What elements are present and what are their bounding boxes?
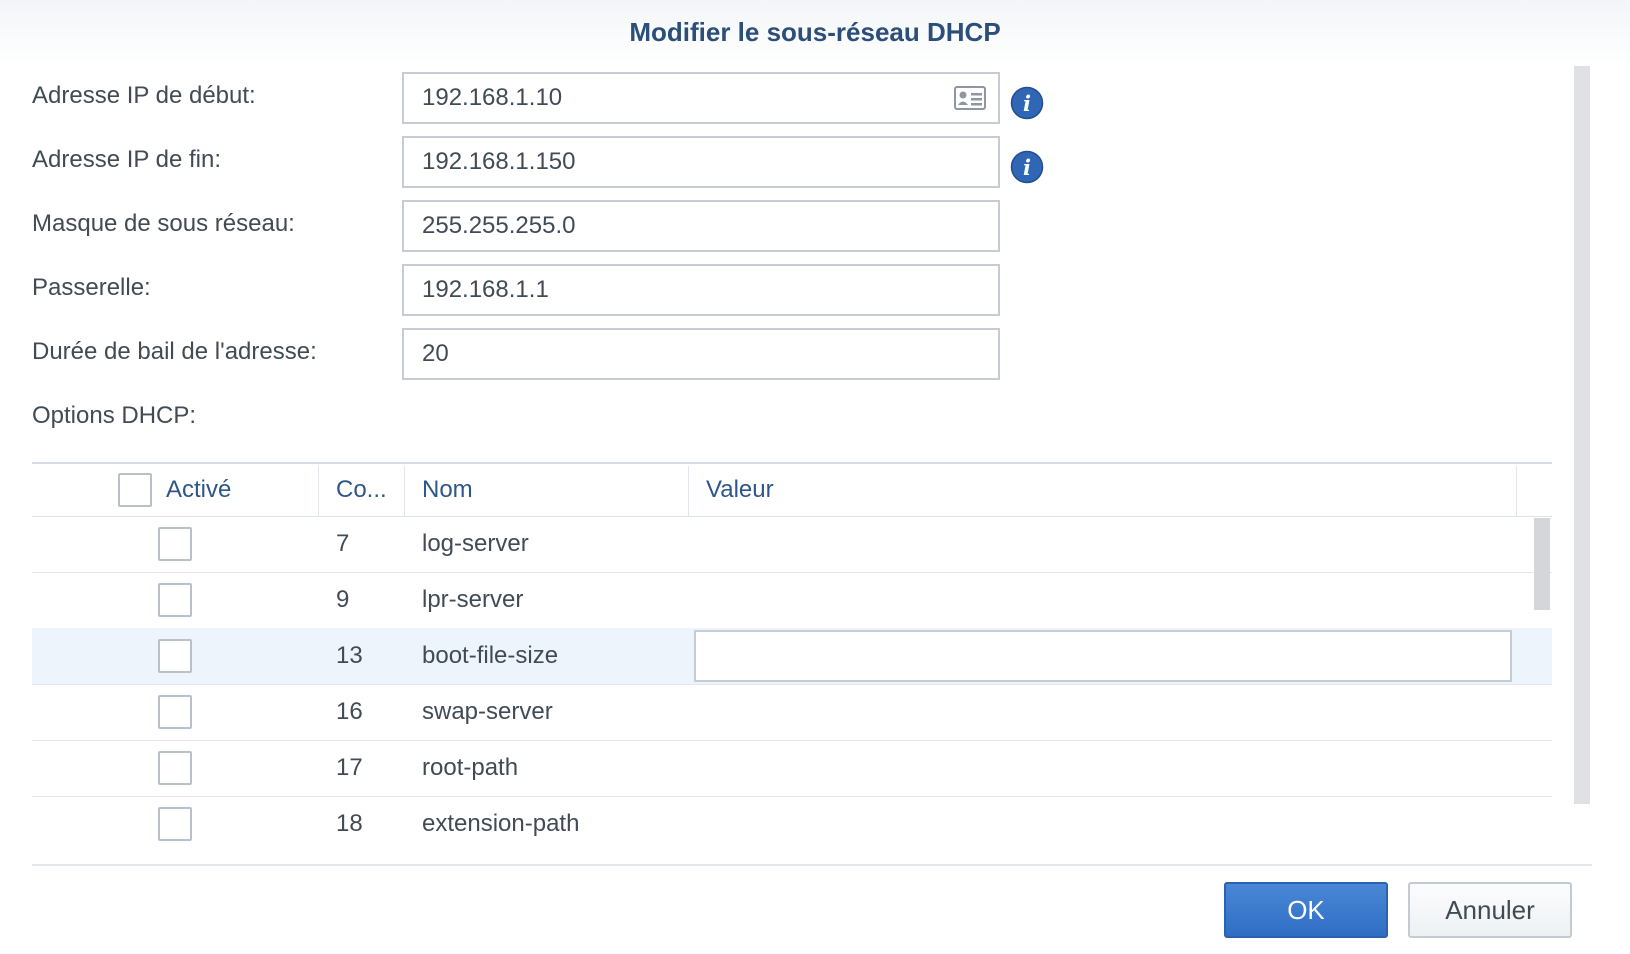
contact-card-icon[interactable] bbox=[954, 86, 986, 110]
end-ip-value: 192.168.1.150 bbox=[422, 148, 576, 175]
dialog-title: Modifier le sous-réseau DHCP bbox=[629, 17, 1001, 47]
table-row[interactable]: 17 root-path bbox=[32, 740, 1552, 797]
svg-text:i: i bbox=[1023, 155, 1031, 180]
lease-time-value: 20 bbox=[422, 340, 449, 367]
cancel-button[interactable]: Annuler bbox=[1408, 882, 1572, 938]
start-ip-label: Adresse IP de début: bbox=[32, 82, 256, 109]
table-row[interactable]: 9 lpr-server bbox=[32, 572, 1552, 629]
gateway-input[interactable]: 192.168.1.1 bbox=[402, 264, 1000, 316]
dialog-scrollbar[interactable] bbox=[1574, 66, 1590, 804]
column-divider bbox=[404, 466, 405, 516]
table-row[interactable]: 18 extension-path bbox=[32, 796, 1552, 852]
row-active-checkbox[interactable] bbox=[158, 807, 192, 841]
start-ip-value: 192.168.1.10 bbox=[422, 84, 563, 111]
grid-header: Activé Co... Nom Valeur bbox=[32, 464, 1552, 517]
end-ip-label: Adresse IP de fin: bbox=[32, 146, 221, 173]
row-name: extension-path bbox=[422, 810, 580, 837]
lease-time-input[interactable]: 20 bbox=[402, 328, 1000, 380]
row-code: 17 bbox=[336, 754, 363, 781]
column-header-active[interactable]: Activé bbox=[166, 464, 231, 516]
row-code: 13 bbox=[336, 642, 363, 669]
table-row[interactable]: 7 log-server bbox=[32, 516, 1552, 573]
column-divider bbox=[688, 466, 689, 516]
dhcp-options-label: Options DHCP: bbox=[32, 402, 197, 429]
row-code: 9 bbox=[336, 586, 350, 613]
row-active-checkbox[interactable] bbox=[158, 639, 192, 673]
svg-text:i: i bbox=[1023, 91, 1031, 116]
row-active-checkbox[interactable] bbox=[158, 527, 192, 561]
row-active-checkbox[interactable] bbox=[158, 695, 192, 729]
row-code: 16 bbox=[336, 698, 363, 725]
row-name: boot-file-size bbox=[422, 642, 559, 669]
row-code: 7 bbox=[336, 530, 350, 557]
column-divider bbox=[318, 466, 319, 516]
start-ip-info-icon[interactable]: i bbox=[1010, 86, 1044, 120]
subnet-mask-label: Masque de sous réseau: bbox=[32, 210, 295, 237]
row-name: root-path bbox=[422, 754, 519, 781]
end-ip-input[interactable]: 192.168.1.150 bbox=[402, 136, 1000, 188]
column-header-code[interactable]: Co... bbox=[336, 464, 387, 516]
lease-time-label: Durée de bail de l'adresse: bbox=[32, 338, 317, 365]
gateway-value: 192.168.1.1 bbox=[422, 276, 549, 303]
row-value-input[interactable] bbox=[694, 630, 1512, 682]
column-header-name[interactable]: Nom bbox=[422, 464, 473, 516]
footer-divider bbox=[32, 864, 1592, 866]
row-name: log-server bbox=[422, 530, 529, 557]
ok-button[interactable]: OK bbox=[1224, 882, 1388, 938]
subnet-mask-value: 255.255.255.0 bbox=[422, 212, 576, 239]
subnet-mask-input[interactable]: 255.255.255.0 bbox=[402, 200, 1000, 252]
grid-scrollbar-thumb[interactable] bbox=[1534, 518, 1550, 610]
dhcp-options-grid: Activé Co... Nom Valeur 7 log-server 9 l… bbox=[32, 462, 1552, 852]
table-row[interactable]: 16 swap-server bbox=[32, 684, 1552, 741]
dialog-title-bar: Modifier le sous-réseau DHCP bbox=[0, 0, 1630, 64]
column-divider bbox=[1516, 466, 1517, 516]
row-name: swap-server bbox=[422, 698, 553, 725]
row-code: 18 bbox=[336, 810, 363, 837]
dhcp-subnet-dialog: Modifier le sous-réseau DHCP Adresse IP … bbox=[0, 0, 1630, 954]
row-active-checkbox[interactable] bbox=[158, 751, 192, 785]
column-header-value[interactable]: Valeur bbox=[706, 464, 774, 516]
table-row-selected[interactable]: 13 boot-file-size bbox=[32, 628, 1552, 685]
select-all-checkbox[interactable] bbox=[118, 473, 152, 507]
row-name: lpr-server bbox=[422, 586, 524, 613]
row-active-checkbox[interactable] bbox=[158, 583, 192, 617]
end-ip-info-icon[interactable]: i bbox=[1010, 150, 1044, 184]
start-ip-input[interactable]: 192.168.1.10 bbox=[402, 72, 1000, 124]
gateway-label: Passerelle: bbox=[32, 274, 151, 301]
